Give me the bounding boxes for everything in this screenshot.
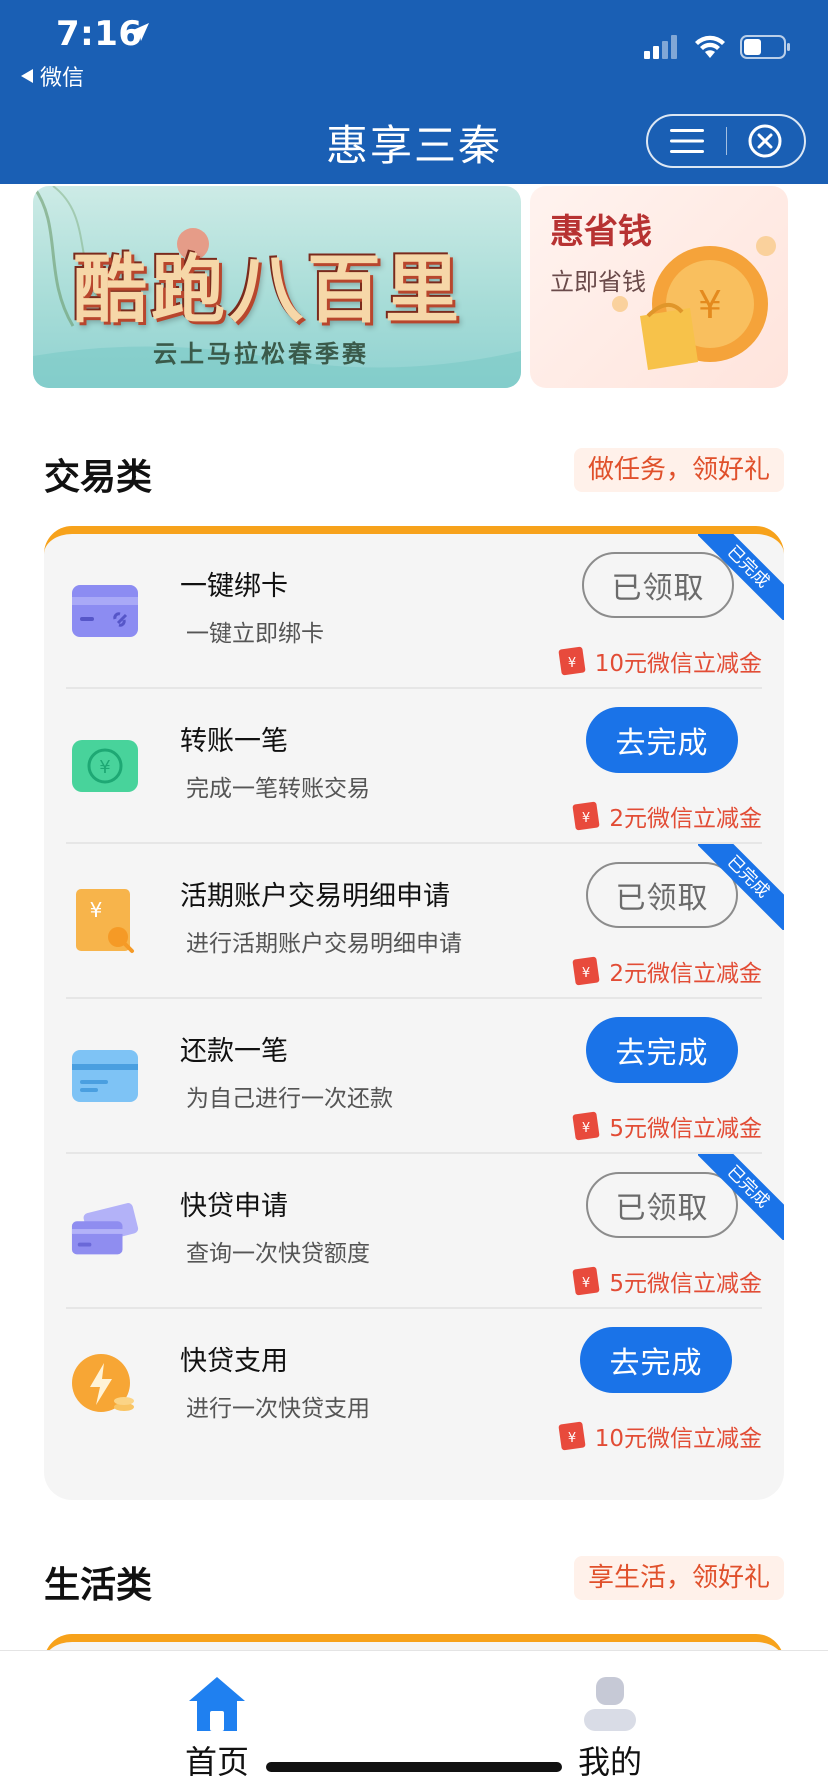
reward-text: 5元微信立减金 xyxy=(609,1271,762,1297)
completed-ribbon: 已完成 xyxy=(698,844,784,930)
svg-text:¥: ¥ xyxy=(582,1276,590,1291)
task-item: 快贷申请 查询一次快贷额度 已领取 ¥ 5元微信立减金 已完成 xyxy=(44,1154,784,1309)
section-tag-trade: 做任务，领好礼 xyxy=(573,448,784,492)
status-indicators xyxy=(644,34,792,60)
close-circle-icon xyxy=(748,124,782,158)
svg-text:¥: ¥ xyxy=(698,283,722,327)
reward-info: ¥ 10元微信立减金 xyxy=(557,1419,762,1453)
completed-ribbon: 已完成 xyxy=(698,1154,784,1240)
task-title: 一键绑卡 xyxy=(180,571,288,602)
task-title: 快贷支用 xyxy=(180,1346,288,1377)
marathon-banner[interactable]: 酷跑八百里 云上马拉松春季赛 xyxy=(33,186,521,388)
completed-ribbon: 已完成 xyxy=(698,534,784,620)
back-triangle-icon xyxy=(21,69,33,83)
tab-mine-label: 我的 xyxy=(577,1743,642,1781)
save-money-banner[interactable]: 惠省钱 立即省钱 ¥ xyxy=(530,186,788,388)
reward-text: 10元微信立减金 xyxy=(594,651,762,677)
reward-info: ¥ 10元微信立减金 xyxy=(557,644,762,678)
tab-home-label: 首页 xyxy=(184,1743,249,1781)
home-icon xyxy=(189,1677,245,1731)
menu-button[interactable] xyxy=(648,116,726,166)
task-title: 转账一笔 xyxy=(180,726,288,757)
task-title: 活期账户交易明细申请 xyxy=(180,881,450,912)
section-title-trade: 交易类 xyxy=(44,457,153,498)
location-arrow-icon xyxy=(131,23,149,41)
svg-text:¥: ¥ xyxy=(582,811,590,826)
task-title: 还款一笔 xyxy=(180,1036,288,1067)
app-header: 7:16 微信 惠享三秦 xyxy=(0,0,828,184)
task-desc: 为自己进行一次还款 xyxy=(186,1086,393,1112)
task-desc: 进行活期账户交易明细申请 xyxy=(186,931,462,957)
coin-bag-icon: ¥ xyxy=(612,236,776,370)
close-button[interactable] xyxy=(727,116,805,166)
card-link-icon xyxy=(70,576,140,646)
svg-text:¥: ¥ xyxy=(568,656,576,671)
banner-main-subtitle: 云上马拉松春季赛 xyxy=(153,339,369,368)
task-desc: 进行一次快贷支用 xyxy=(186,1396,370,1422)
red-envelope-icon: ¥ xyxy=(573,1266,600,1296)
transfer-icon: ¥ xyxy=(70,731,140,801)
trade-task-card: 一键绑卡 一键立即绑卡 已领取 ¥ 10元微信立减金 已完成 ¥ 转账一笔 完成… xyxy=(44,526,784,1500)
red-envelope-icon: ¥ xyxy=(573,801,600,831)
repay-card-icon xyxy=(70,1041,140,1111)
banner-main-title: 酷跑八百里 xyxy=(73,247,463,333)
svg-text:¥: ¥ xyxy=(568,1431,576,1446)
menu-icon xyxy=(669,129,704,153)
home-indicator xyxy=(266,1762,562,1772)
red-envelope-icon: ¥ xyxy=(573,1111,600,1141)
reward-text: 2元微信立减金 xyxy=(609,961,762,987)
section-tag-life: 享生活，领好礼 xyxy=(573,1556,784,1600)
lightning-coin-icon xyxy=(70,1351,140,1421)
task-item: ¥ 活期账户交易明细申请 进行活期账户交易明细申请 已领取 ¥ 2元微信立减金 … xyxy=(44,844,784,999)
reward-info: ¥ 2元微信立减金 xyxy=(571,954,762,988)
back-app-label: 微信 xyxy=(40,66,85,91)
back-to-wechat[interactable]: 微信 xyxy=(20,60,84,92)
reward-info: ¥ 5元微信立减金 xyxy=(571,1109,762,1143)
svg-text:¥: ¥ xyxy=(99,757,110,778)
signal-icon xyxy=(644,35,677,59)
task-item: 还款一笔 为自己进行一次还款 去完成 ¥ 5元微信立减金 xyxy=(44,999,784,1154)
ribbon-label: 已完成 xyxy=(698,844,784,930)
user-icon xyxy=(584,1677,636,1731)
statement-search-icon: ¥ xyxy=(70,886,140,956)
go-complete-button[interactable]: 去完成 xyxy=(586,1017,738,1083)
task-item: 一键绑卡 一键立即绑卡 已领取 ¥ 10元微信立减金 已完成 xyxy=(44,534,784,689)
section-title-life: 生活类 xyxy=(44,1565,153,1606)
red-envelope-icon: ¥ xyxy=(558,646,586,676)
task-item: 快贷支用 进行一次快贷支用 去完成 ¥ 10元微信立减金 xyxy=(44,1309,784,1464)
task-item: ¥ 转账一笔 完成一笔转账交易 去完成 ¥ 2元微信立减金 xyxy=(44,689,784,844)
task-desc: 一键立即绑卡 xyxy=(186,621,324,647)
ribbon-label: 已完成 xyxy=(698,1154,784,1240)
task-desc: 查询一次快贷额度 xyxy=(186,1241,370,1267)
svg-text:¥: ¥ xyxy=(582,1121,590,1136)
mini-program-capsule xyxy=(646,114,806,168)
red-envelope-icon: ¥ xyxy=(573,956,600,986)
task-desc: 完成一笔转账交易 xyxy=(186,776,370,802)
reward-text: 5元微信立减金 xyxy=(609,1116,762,1142)
reward-info: ¥ 2元微信立减金 xyxy=(571,799,762,833)
reward-text: 2元微信立减金 xyxy=(609,806,762,832)
wifi-icon xyxy=(695,35,725,58)
go-complete-button[interactable]: 去完成 xyxy=(580,1327,732,1393)
battery-icon xyxy=(740,35,790,59)
red-envelope-icon: ¥ xyxy=(558,1421,586,1451)
svg-text:¥: ¥ xyxy=(582,966,590,981)
loan-cards-icon xyxy=(70,1196,140,1266)
reward-info: ¥ 5元微信立减金 xyxy=(571,1264,762,1298)
go-complete-button[interactable]: 去完成 xyxy=(586,707,738,773)
reward-text: 10元微信立减金 xyxy=(594,1426,762,1452)
svg-text:¥: ¥ xyxy=(90,898,103,922)
ribbon-label: 已完成 xyxy=(698,534,784,620)
task-title: 快贷申请 xyxy=(180,1191,288,1222)
